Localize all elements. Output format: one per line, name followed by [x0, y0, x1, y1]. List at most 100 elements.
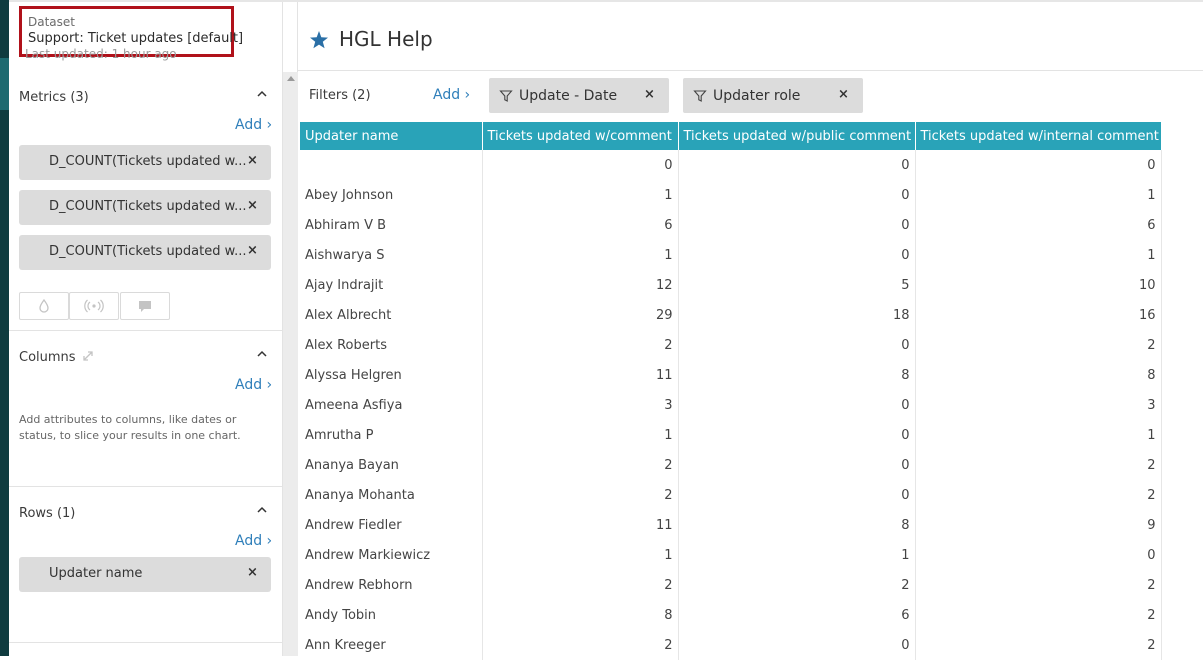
updater-name-cell: Andrew Fiedler: [300, 510, 483, 540]
table-row: Ananya Mohanta 2 0 2: [300, 480, 1162, 510]
updater-name-cell: Alex Albrecht: [300, 300, 483, 330]
value-cell: 11: [482, 360, 679, 390]
value-cell: 2: [482, 330, 679, 360]
column-header-updater-name[interactable]: Updater name: [300, 122, 483, 150]
value-cell: 0: [678, 420, 916, 450]
value-cell: 1: [482, 240, 679, 270]
divider: [298, 70, 1203, 71]
filter-pill-label: Update - Date: [519, 88, 618, 104]
value-cell: 12: [482, 270, 679, 300]
columns-help-text: Add attributes to columns, like dates or…: [19, 413, 241, 442]
value-cell: 2: [915, 570, 1162, 600]
metric-pill[interactable]: D_COUNT(Tickets updated w... ×: [19, 145, 271, 180]
value-cell: 0: [678, 210, 916, 240]
table-row: Alex Roberts 2 0 2: [300, 330, 1162, 360]
table-row: Aishwarya S101: [300, 240, 1162, 270]
filter-icon: [499, 90, 513, 102]
updater-name-cell: Alex Roberts: [300, 330, 483, 360]
configuration-panel: Dataset Support: Ticket updates [default…: [9, 2, 283, 656]
updater-name-cell: Andrew Rebhorn: [300, 570, 483, 600]
value-cell: 0: [678, 480, 916, 510]
rows-add-link[interactable]: Add ›: [235, 533, 272, 549]
value-cell: 2: [482, 480, 679, 510]
value-cell: 1: [678, 540, 916, 570]
panel-scrollbar[interactable]: [283, 72, 298, 656]
value-cell: 2: [915, 480, 1162, 510]
app-nav-active[interactable]: [0, 58, 9, 110]
value-cell: 0: [678, 150, 916, 180]
value-cell: 6: [678, 600, 916, 630]
value-cell: 5: [678, 270, 916, 300]
table-row: Andy Tobin 8 6 2: [300, 600, 1162, 630]
updater-name-cell: Ajay Indrajit: [300, 270, 483, 300]
columns-title: Columns: [19, 350, 76, 365]
updater-name-cell: Andy Tobin: [300, 600, 483, 630]
metric-pill-label: D_COUNT(Tickets updated w...: [49, 244, 247, 259]
signal-button[interactable]: [69, 292, 119, 320]
remove-icon[interactable]: ×: [247, 198, 258, 213]
value-cell: 11: [482, 510, 679, 540]
remove-icon[interactable]: ×: [247, 565, 258, 580]
swap-icon[interactable]: [81, 349, 95, 363]
column-header-tickets-updated-internal-comment[interactable]: Tickets updated w/internal comment: [915, 122, 1162, 150]
table-row: Abhiram V B606: [300, 210, 1162, 240]
value-cell: 1: [482, 540, 679, 570]
chevron-up-icon[interactable]: [256, 348, 268, 360]
metrics-title: Metrics (3): [19, 90, 89, 105]
value-cell: 2: [482, 570, 679, 600]
value-cell: 8: [915, 360, 1162, 390]
value-cell: 0: [678, 330, 916, 360]
metric-pill[interactable]: D_COUNT(Tickets updated w... ×: [19, 235, 271, 270]
value-cell: 8: [482, 600, 679, 630]
app-nav-strip: [0, 0, 9, 656]
dataset-last-updated: Last updated: 1 hour ago: [25, 47, 177, 61]
remove-icon[interactable]: ×: [838, 87, 849, 102]
value-cell: 0: [678, 390, 916, 420]
droplet-icon: [39, 298, 49, 313]
value-cell: 9: [915, 510, 1162, 540]
filter-pill-label: Updater role: [713, 88, 801, 104]
filter-pill[interactable]: Update - Date ×: [489, 78, 669, 113]
value-cell: 2: [482, 450, 679, 480]
value-cell: 0: [678, 450, 916, 480]
remove-icon[interactable]: ×: [247, 153, 258, 168]
column-header-tickets-updated-public-comment[interactable]: Tickets updated w/public comment: [678, 122, 916, 150]
value-cell: 29: [482, 300, 679, 330]
filters-label: Filters (2): [309, 88, 371, 103]
rows-title: Rows (1): [19, 506, 76, 521]
filter-pill[interactable]: Updater role ×: [683, 78, 863, 113]
columns-add-link[interactable]: Add ›: [235, 377, 272, 393]
updater-name-cell: Aishwarya S: [300, 240, 483, 270]
updater-name-cell: Abey Johnson: [300, 180, 483, 210]
color-button[interactable]: [19, 292, 69, 320]
value-cell: 2: [915, 600, 1162, 630]
scroll-up-icon[interactable]: [287, 76, 295, 81]
chevron-up-icon[interactable]: [256, 88, 268, 100]
comment-button[interactable]: [120, 292, 170, 320]
results-table: Updater name Tickets updated w/comment T…: [300, 122, 1162, 660]
remove-icon[interactable]: ×: [247, 243, 258, 258]
metric-pill-label: D_COUNT(Tickets updated w...: [49, 154, 247, 169]
metric-pill-label: D_COUNT(Tickets updated w...: [49, 199, 247, 214]
value-cell: 0: [915, 150, 1162, 180]
metric-pill[interactable]: D_COUNT(Tickets updated w... ×: [19, 190, 271, 225]
dataset-name[interactable]: Support: Ticket updates [default]: [28, 31, 243, 46]
remove-icon[interactable]: ×: [644, 87, 655, 102]
table-row: Alyssa Helgren 11 8 8: [300, 360, 1162, 390]
value-cell: 0: [678, 240, 916, 270]
table-row: Ameena Asfiya 3 0 3: [300, 390, 1162, 420]
metrics-add-link[interactable]: Add ›: [235, 117, 272, 133]
row-pill[interactable]: Updater name ×: [19, 557, 271, 592]
comment-icon: [139, 301, 151, 312]
value-cell: 1: [915, 240, 1162, 270]
table-row: Andrew Rebhorn 2 2 2: [300, 570, 1162, 600]
filters-add-link[interactable]: Add ›: [433, 87, 470, 103]
value-cell: 8: [678, 510, 916, 540]
table-row: Abey Johnson 1 0 1: [300, 180, 1162, 210]
chevron-up-icon[interactable]: [256, 504, 268, 516]
column-header-tickets-updated-comment[interactable]: Tickets updated w/comment: [482, 122, 679, 150]
divider: [9, 642, 282, 643]
table-row: 000: [300, 150, 1162, 180]
value-cell: 2: [678, 570, 916, 600]
value-cell: 0: [482, 150, 679, 180]
